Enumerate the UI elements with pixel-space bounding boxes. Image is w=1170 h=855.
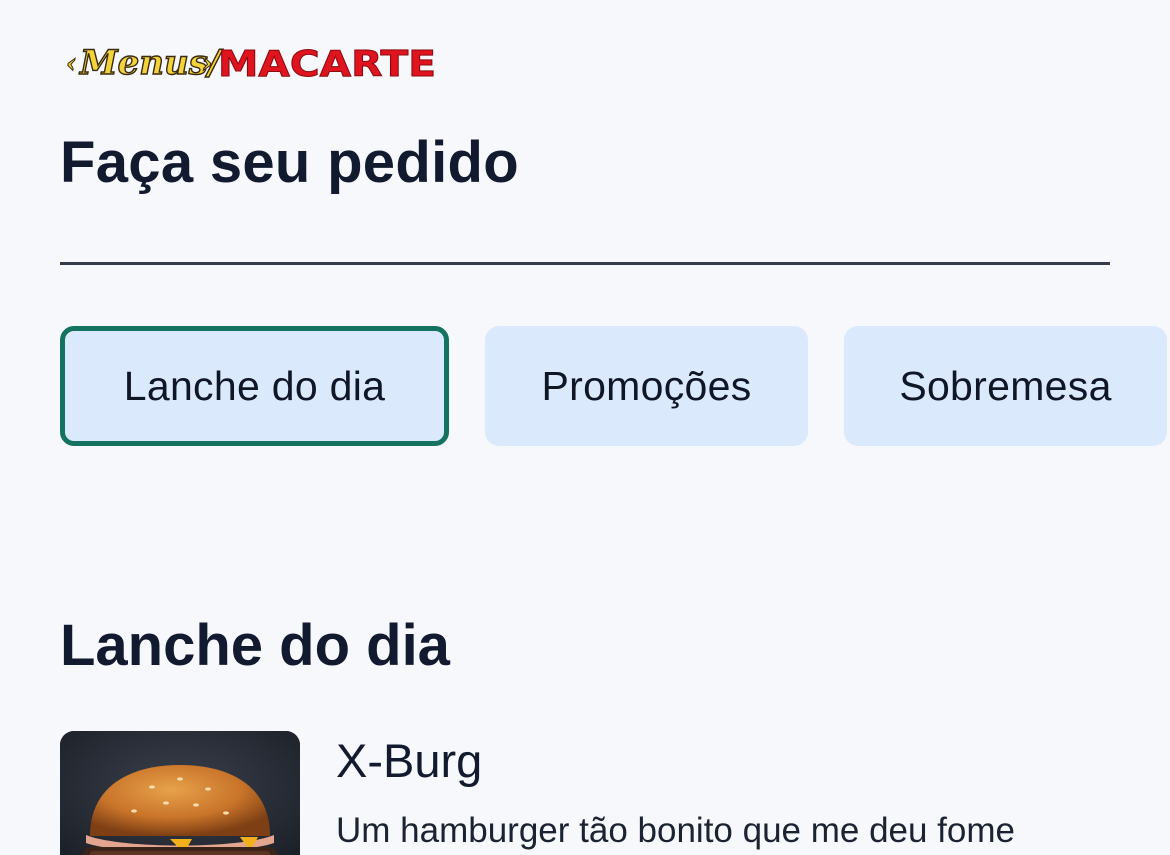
product-card[interactable]: X-Burg Um hamburger tão bonito que me de…	[60, 731, 1130, 855]
product-name: X-Burg	[336, 734, 483, 787]
tab-lanche-do-dia[interactable]: Lanche do dia	[60, 326, 449, 446]
page-title: Faça seu pedido	[60, 130, 519, 195]
svg-text:‹: ‹	[66, 49, 76, 79]
brand-logo[interactable]: ‹ Menus/ › MACARTE	[66, 36, 438, 84]
tab-promocoes[interactable]: Promoções	[485, 326, 808, 446]
burger-illustration	[60, 731, 300, 855]
section-title: Lanche do dia	[60, 613, 450, 678]
svg-text:›: ›	[202, 49, 212, 79]
divider	[60, 262, 1110, 265]
logo-graphic: ‹ Menus/ › MACARTE	[66, 42, 437, 84]
logo-text-macarte: MACARTE	[218, 44, 436, 84]
page: ‹ Menus/ › MACARTE Faça seu pedido Lanch…	[0, 0, 1170, 855]
tab-sobremesa[interactable]: Sobremesa	[844, 326, 1167, 446]
burger-photo[interactable]	[60, 731, 300, 855]
product-description: Um hamburger tão bonito que me deu fome	[336, 811, 1015, 850]
